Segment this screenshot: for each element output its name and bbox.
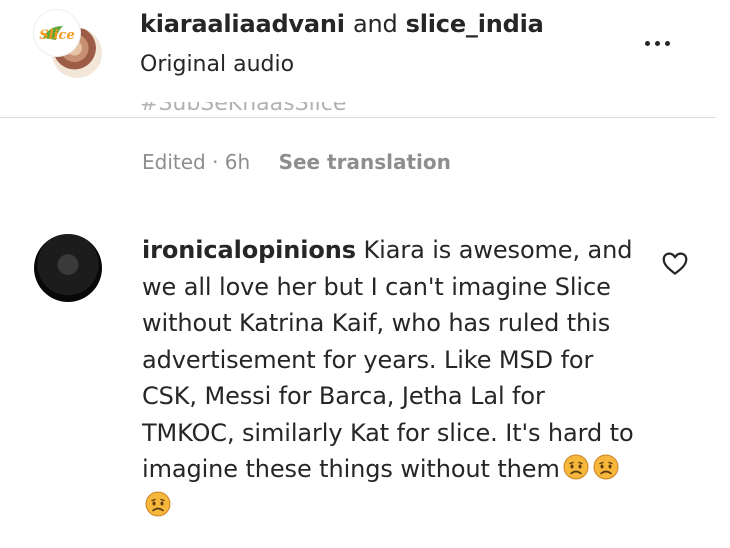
sad-face-emoji-icon	[145, 491, 171, 516]
sad-face-emoji-icon	[563, 454, 589, 480]
more-dot	[654, 40, 660, 46]
commenter-avatar[interactable]	[34, 234, 102, 302]
clipped-caption-text: #SubSeKhaasSlice	[140, 102, 347, 116]
comment-text: Kiara is awesome, and we all love her bu…	[142, 236, 634, 483]
collab-avatar[interactable]: Slice	[34, 10, 106, 82]
slice-logo-text: Slice	[39, 28, 74, 43]
heart-outline-icon[interactable]	[660, 248, 690, 278]
comment-body: ironicalopinions Kiara is awesome, and w…	[142, 232, 642, 524]
more-options-button[interactable]	[636, 26, 678, 60]
slice-logo-avatar[interactable]: Slice	[34, 10, 80, 56]
author-joiner: and	[352, 10, 398, 38]
see-translation-link[interactable]: See translation	[279, 150, 451, 174]
post-meta: Edited · 6h See translation	[142, 150, 451, 174]
audio-link[interactable]: Original audio	[140, 52, 294, 77]
edited-timestamp[interactable]: Edited · 6h	[142, 150, 250, 174]
commenter-username[interactable]: ironicalopinions	[142, 236, 356, 264]
header-divider	[0, 117, 716, 118]
post-header: Slice kiaraaliaadvani and slice_india Or…	[0, 0, 730, 118]
sad-face-emoji-icon	[593, 454, 619, 480]
post-authors: kiaraaliaadvani and slice_india	[140, 10, 544, 38]
more-dot	[664, 40, 670, 46]
clipped-caption: #SubSeKhaasSlice	[140, 102, 346, 122]
author-primary-link[interactable]: kiaraaliaadvani	[140, 10, 345, 38]
slice-logo-icon: Slice	[39, 26, 75, 43]
author-secondary-link[interactable]: slice_india	[406, 10, 544, 38]
more-dot	[644, 40, 650, 46]
